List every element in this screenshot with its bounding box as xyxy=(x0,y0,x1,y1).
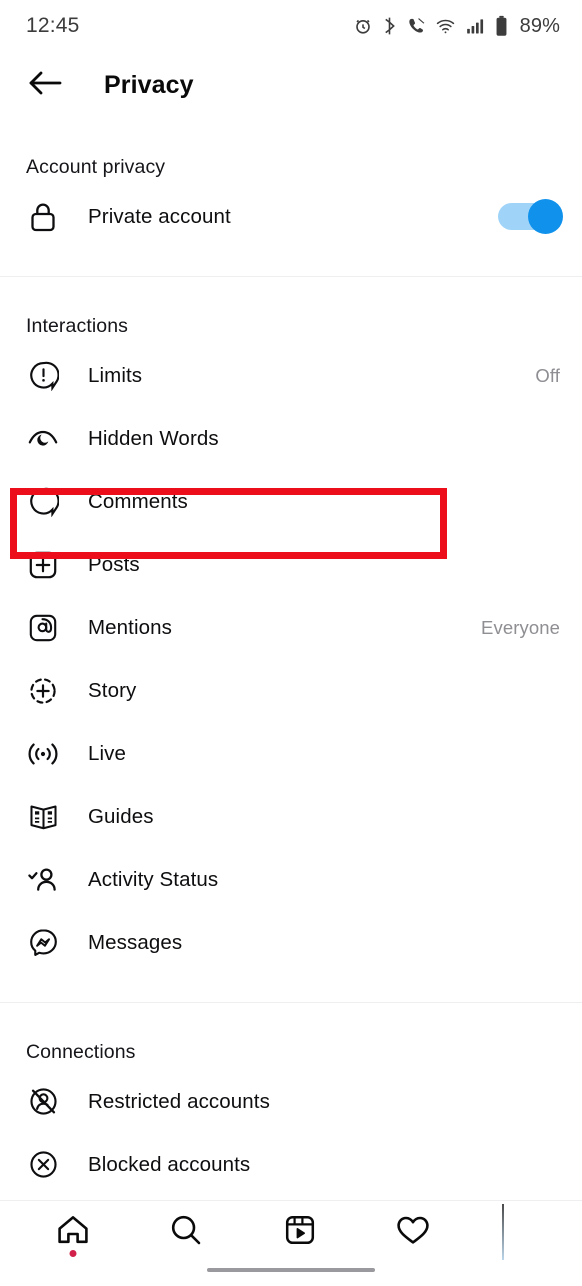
row-label: Restricted accounts xyxy=(88,1089,270,1113)
toggle-knob xyxy=(528,199,563,234)
row-label: Mentions xyxy=(88,615,172,639)
row-label: Activity Status xyxy=(88,867,219,891)
person-check-icon xyxy=(26,863,60,897)
row-restricted-accounts[interactable]: Restricted accounts xyxy=(0,1070,582,1133)
row-label: Private account xyxy=(88,204,231,228)
bottom-nav-bar xyxy=(0,1200,582,1286)
row-value: Off xyxy=(535,364,560,386)
nav-item-profile[interactable] xyxy=(470,1201,566,1263)
cellular-signal-icon xyxy=(465,16,486,36)
phone-screen: 12:45 89% Privacy Account privacy Privat… xyxy=(0,0,582,1286)
row-label: Blocked accounts xyxy=(88,1152,251,1176)
comment-bubble-icon xyxy=(26,485,60,519)
section-connections: Connections Restricted accounts Blocked … xyxy=(0,1003,582,1196)
row-label: Posts xyxy=(88,552,140,576)
eye-moon-icon xyxy=(26,422,60,456)
section-interactions: Interactions Limits Off Hidden Words Com… xyxy=(0,277,582,1003)
nav-item-home[interactable] xyxy=(16,1201,130,1263)
nav-item-activity[interactable] xyxy=(357,1201,471,1263)
row-label: Comments xyxy=(88,489,188,513)
section-title-account-privacy: Account privacy xyxy=(26,156,166,178)
status-bar: 12:45 89% xyxy=(0,0,582,52)
arrow-left-icon xyxy=(27,68,63,103)
row-value: Everyone xyxy=(481,616,560,638)
screen-edge-artifact xyxy=(502,1204,504,1260)
home-badge-dot xyxy=(69,1250,77,1257)
nav-item-search[interactable] xyxy=(130,1201,244,1263)
row-label: Limits xyxy=(88,363,143,387)
row-label: Guides xyxy=(88,804,154,828)
section-title-interactions: Interactions xyxy=(26,315,129,337)
battery-percent: 89% xyxy=(519,14,560,37)
comment-alert-icon xyxy=(26,359,60,393)
row-label: Story xyxy=(88,678,137,702)
row-live[interactable]: Live xyxy=(0,722,582,785)
bluetooth-icon xyxy=(382,16,397,36)
home-icon xyxy=(55,1213,91,1252)
bottom-nav-items xyxy=(0,1201,582,1263)
row-comments[interactable]: Comments xyxy=(0,470,582,533)
plus-square-icon xyxy=(26,548,60,582)
x-circle-icon xyxy=(26,1148,60,1182)
row-posts[interactable]: Posts xyxy=(0,533,582,596)
at-square-icon xyxy=(26,611,60,645)
private-account-toggle[interactable] xyxy=(498,199,563,234)
story-plus-icon xyxy=(26,674,60,708)
alarm-icon xyxy=(353,16,373,36)
row-label: Messages xyxy=(88,930,183,954)
page-title: Privacy xyxy=(104,70,194,99)
messenger-icon xyxy=(26,926,60,960)
guides-book-icon xyxy=(26,800,60,834)
row-blocked-accounts[interactable]: Blocked accounts xyxy=(0,1133,582,1196)
reels-icon xyxy=(283,1213,317,1252)
title-bar: Privacy xyxy=(0,52,582,118)
row-label: Live xyxy=(88,741,127,765)
person-slash-icon xyxy=(26,1085,60,1119)
row-limits[interactable]: Limits Off xyxy=(0,344,582,407)
row-mentions[interactable]: Mentions Everyone xyxy=(0,596,582,659)
call-mute-icon xyxy=(406,16,426,36)
row-messages[interactable]: Messages xyxy=(0,911,582,974)
row-activity-status[interactable]: Activity Status xyxy=(0,848,582,911)
back-button[interactable] xyxy=(22,62,68,108)
wifi-icon xyxy=(435,16,456,36)
battery-icon xyxy=(495,15,508,37)
section-account-privacy: Account privacy Private account xyxy=(0,118,582,277)
live-broadcast-icon xyxy=(26,737,60,771)
row-guides[interactable]: Guides xyxy=(0,785,582,848)
row-private-account[interactable]: Private account xyxy=(0,185,582,248)
lock-icon xyxy=(26,200,60,234)
gesture-home-bar[interactable] xyxy=(207,1268,375,1272)
search-icon xyxy=(169,1213,203,1252)
section-title-connections: Connections xyxy=(26,1041,136,1063)
row-story[interactable]: Story xyxy=(0,659,582,722)
status-clock: 12:45 xyxy=(26,14,80,37)
row-hidden-words[interactable]: Hidden Words xyxy=(0,407,582,470)
status-icon-group: 89% xyxy=(353,15,560,38)
heart-icon xyxy=(395,1214,431,1251)
nav-item-reels[interactable] xyxy=(243,1201,357,1263)
row-label: Hidden Words xyxy=(88,426,219,450)
